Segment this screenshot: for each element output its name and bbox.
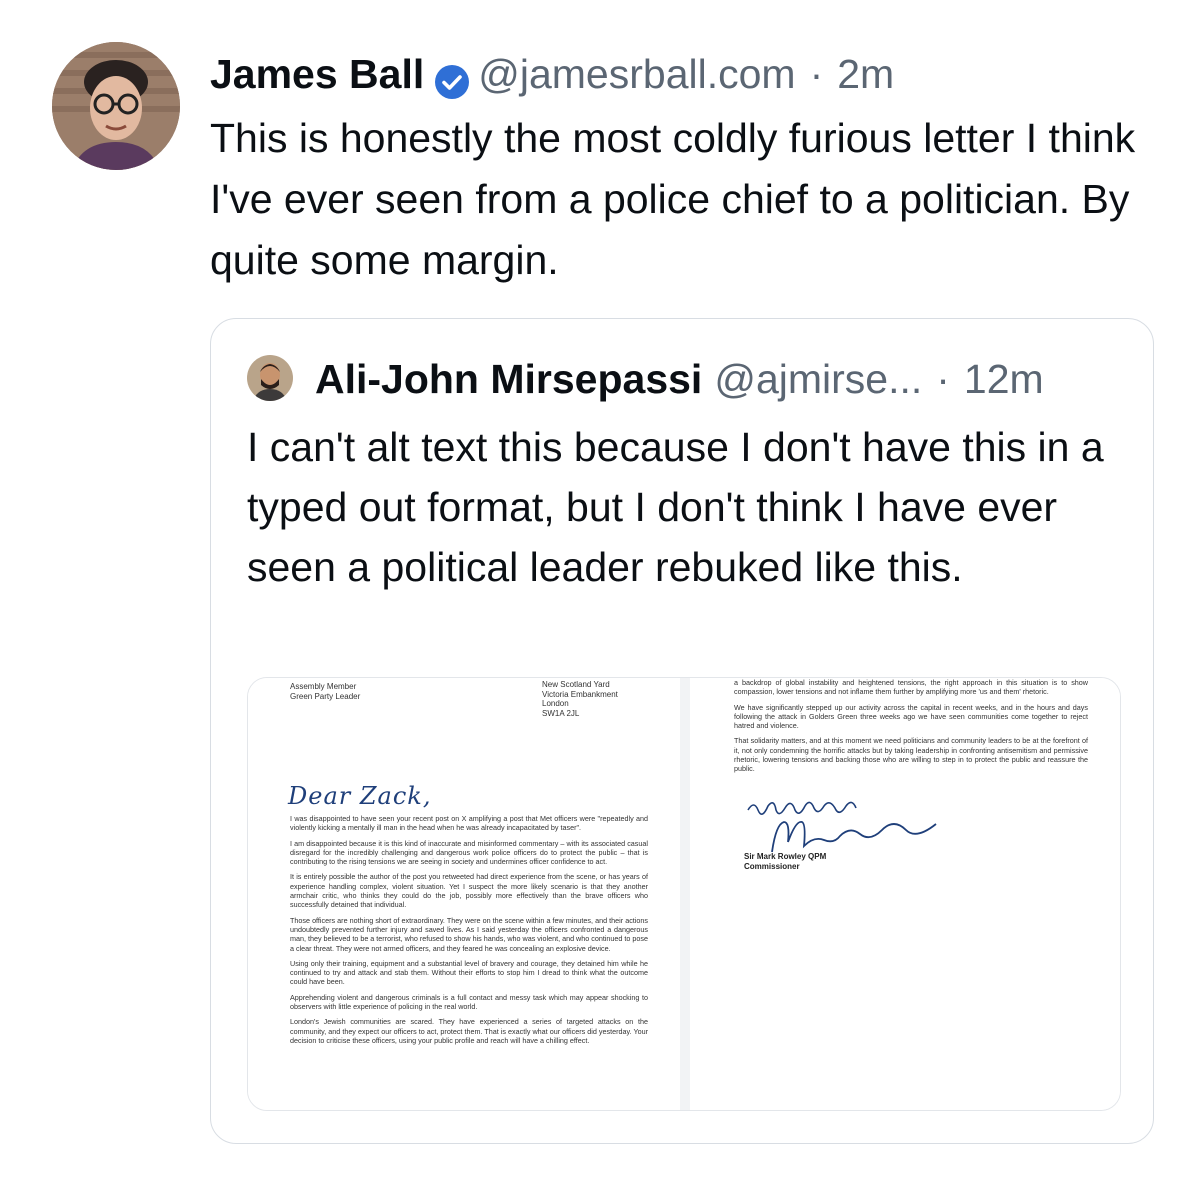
letter-paragraph: We have significantly stepped up our act… <box>734 702 1088 731</box>
letter-paragraph: I am disappointed because it is this kin… <box>290 838 648 867</box>
letter-salutation: Dear Zack, <box>288 782 432 810</box>
quote-author-avatar[interactable] <box>247 355 293 401</box>
letter-recipient-line: Green Party Leader <box>290 691 361 701</box>
page-divider <box>680 678 690 1110</box>
letter-recipient-line: Assembly Member <box>290 682 357 691</box>
post-header: James Ball @jamesrball.com · 2m <box>210 44 894 104</box>
letter-page-1: Assembly Member Green Party Leader New S… <box>248 678 678 1110</box>
letter-paragraph: Apprehending violent and dangerous crimi… <box>290 992 648 1012</box>
letter-address-line: London <box>542 699 569 708</box>
letter-address-line: SW1A 2JL <box>542 708 580 718</box>
author-handle[interactable]: @jamesrball.com <box>478 44 795 104</box>
author-avatar[interactable] <box>52 42 180 170</box>
letter-recipient-block: Assembly Member Green Party Leader <box>290 682 360 701</box>
letter-paragraph: That solidarity matters, and at this mom… <box>734 736 1088 774</box>
quote-post-card[interactable]: Ali-John Mirsepassi @ajmirse... · 12m I … <box>210 318 1154 1144</box>
letter-paragraph: It is entirely possible the author of th… <box>290 872 648 910</box>
post-text: This is honestly the most coldly furious… <box>210 115 1136 283</box>
letter-paragraph: I was disappointed to have seen your rec… <box>290 814 648 833</box>
letter-paragraph: Those officers are nothing short of extr… <box>290 915 648 953</box>
letter-address-block: New Scotland Yard Victoria Embankment Lo… <box>542 680 618 718</box>
quote-timestamp[interactable]: 12m <box>964 351 1044 407</box>
letter-page-2-body: a backdrop of global instability and hei… <box>734 678 1088 780</box>
quote-author-name[interactable]: Ali-John Mirsepassi <box>315 351 702 407</box>
post-timestamp[interactable]: 2m <box>837 44 894 104</box>
signatory-title: Commissioner <box>744 862 800 871</box>
signatory-name: Sir Mark Rowley QPM <box>744 852 827 861</box>
quote-text: I can't alt text this because I don't ha… <box>247 424 1104 590</box>
separator-dot: · <box>809 51 824 97</box>
quote-header: Ali-John Mirsepassi @ajmirse... · 12m <box>315 351 1044 407</box>
letter-paragraph: a backdrop of global instability and hei… <box>734 678 1088 697</box>
quote-separator-dot: · <box>936 356 950 402</box>
letter-paragraph: London's Jewish communities are scared. … <box>290 1017 648 1045</box>
signatory-block: Sir Mark Rowley QPM Commissioner <box>744 852 826 872</box>
quote-author-handle[interactable]: @ajmirse... <box>714 351 922 407</box>
verified-badge-icon <box>434 56 470 99</box>
letter-image[interactable]: Assembly Member Green Party Leader New S… <box>247 677 1121 1111</box>
letter-address-line: Victoria Embankment <box>542 689 618 699</box>
letter-paragraph: Using only their training, equipment and… <box>290 958 648 987</box>
letter-address-line: New Scotland Yard <box>542 680 610 689</box>
author-name[interactable]: James Ball <box>210 44 424 104</box>
letter-page-1-body: I was disappointed to have seen your rec… <box>290 814 648 1051</box>
letter-page-2: a backdrop of global instability and hei… <box>692 678 1120 1110</box>
